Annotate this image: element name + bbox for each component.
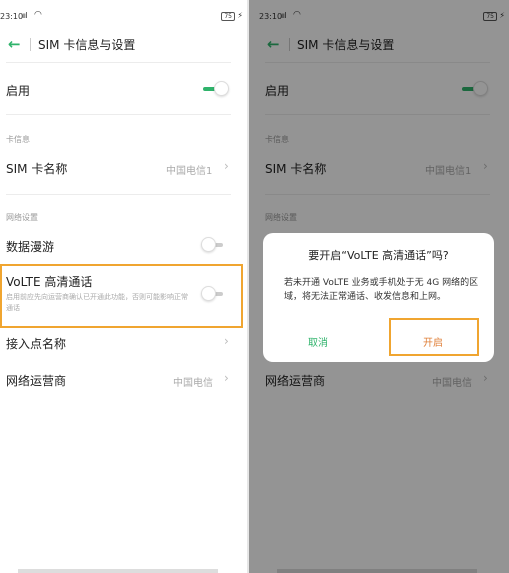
enable-toggle[interactable] [201, 80, 229, 98]
back-arrow-icon[interactable]: ← [8, 34, 21, 54]
confirm-highlight-box [389, 318, 479, 356]
header-divider [30, 38, 31, 51]
bolt-icon: ⚡ [237, 11, 243, 20]
operator-value: 中国电信 [173, 378, 213, 389]
page-title: SIM 卡信息与设置 [38, 38, 136, 52]
sim-name-label: SIM 卡名称 [6, 162, 68, 176]
apn-label: 接入点名称 [6, 337, 67, 351]
status-bar: 23:10 ııl ◠ 75 ⚡ [0, 10, 247, 26]
chevron-right-icon: › [224, 159, 229, 173]
dialog-message: 若未开通 VoLTE 业务或手机处于无 4G 网络的区域，将无法正常通话、收发信… [284, 278, 479, 302]
row-divider [6, 114, 231, 115]
toggle-knob [201, 237, 216, 252]
enable-label: 启用 [6, 84, 31, 98]
roaming-toggle[interactable] [201, 236, 229, 254]
volte-description: 启用前应先向运营商确认已开通此功能，否则可能影响正常通话 [6, 293, 188, 312]
settings-screen-right: 23:10 ııl ◠ 75 ⚡ ← SIM 卡信息与设置 启用 卡信息 SIM… [249, 0, 509, 573]
wifi-icon: ◠ [34, 10, 42, 20]
cancel-button[interactable]: 取消 [308, 334, 328, 349]
chevron-right-icon: › [224, 334, 229, 348]
settings-screen-left: 23:10 ııl ◠ 75 ⚡ ← SIM 卡信息与设置 启用 卡信息 SIM… [0, 0, 247, 573]
section-card-info: 卡信息 [6, 135, 30, 144]
page-header: ← SIM 卡信息与设置 [0, 34, 247, 56]
row-divider [6, 194, 231, 195]
volte-toggle[interactable] [201, 285, 229, 303]
nav-bar [18, 569, 218, 573]
signal-icon: ııl [22, 11, 28, 20]
operator-label: 网络运营商 [6, 374, 67, 388]
status-time: 23:10 [0, 12, 24, 21]
toggle-knob [214, 81, 229, 96]
battery-icon: 75 [221, 12, 235, 21]
dialog-title: 要开启“VoLTE 高清通话”吗? [308, 249, 449, 262]
roaming-label: 数据漫游 [6, 240, 55, 254]
chevron-right-icon: › [224, 371, 229, 385]
sim-name-value: 中国电信1 [166, 166, 213, 177]
section-network: 网络设置 [6, 213, 38, 222]
header-divider-line [6, 62, 231, 63]
volte-label: VoLTE 高清通话 [6, 275, 93, 289]
toggle-knob [201, 286, 216, 301]
